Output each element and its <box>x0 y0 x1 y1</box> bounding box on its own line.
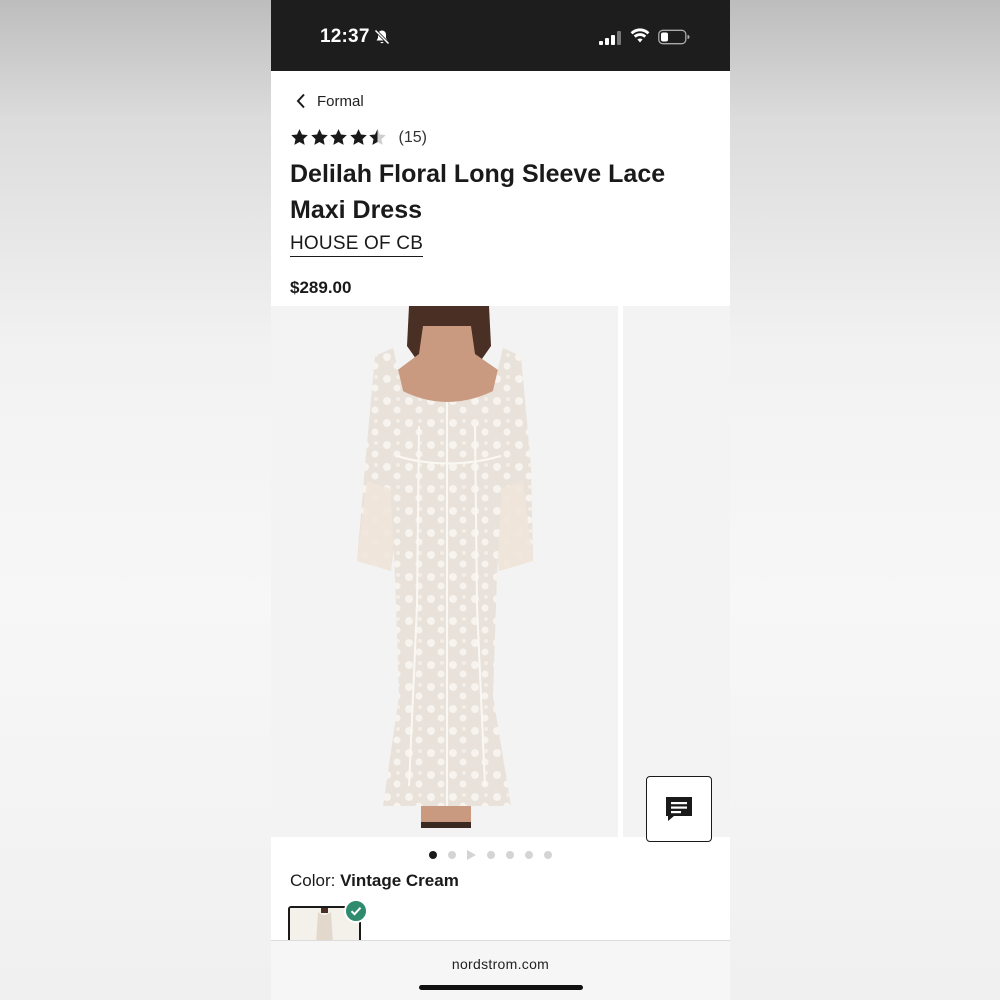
color-row: Color: Vintage Cream <box>290 871 459 891</box>
selected-check-badge <box>344 899 368 923</box>
star-icon <box>291 129 308 145</box>
pagination-dot[interactable] <box>487 851 495 859</box>
check-icon <box>350 907 362 916</box>
battery-icon <box>658 29 690 45</box>
rating-row[interactable]: (15) <box>290 128 427 147</box>
pagination-dot[interactable] <box>429 851 437 859</box>
chat-button[interactable] <box>646 776 712 842</box>
status-bar: 12:37 <box>271 0 730 71</box>
browser-address-bar[interactable]: nordstrom.com <box>271 940 730 1000</box>
star-rating <box>290 128 388 147</box>
pagination-video-dot[interactable] <box>467 850 476 860</box>
pagination-dot[interactable] <box>525 851 533 859</box>
bell-slash-icon <box>374 29 390 45</box>
gallery-pagination[interactable] <box>429 850 563 860</box>
dress-photo <box>271 306 618 837</box>
home-indicator[interactable] <box>419 985 583 990</box>
star-icon <box>330 129 347 145</box>
phone-screen: 12:37 Formal (15) Delilah Floral Long Sl… <box>271 0 730 1000</box>
pagination-dot[interactable] <box>544 851 552 859</box>
brand-link[interactable]: HOUSE OF CB <box>290 233 424 257</box>
url-label[interactable]: nordstrom.com <box>271 956 730 972</box>
star-icon <box>310 129 328 145</box>
signal-icon <box>599 31 621 45</box>
pagination-dot[interactable] <box>448 851 456 859</box>
gallery-image-main[interactable] <box>271 306 618 837</box>
star-icon <box>369 129 386 145</box>
chat-icon <box>666 797 692 821</box>
pagination-dot[interactable] <box>506 851 514 859</box>
product-gallery[interactable] <box>271 306 730 837</box>
status-time: 12:37 <box>320 26 370 47</box>
product-price: $289.00 <box>290 278 352 297</box>
back-label: Formal <box>317 92 364 110</box>
color-label: Color: <box>290 871 341 890</box>
wifi-icon <box>630 28 650 43</box>
product-title: Delilah Floral Long Sleeve Lace Maxi Dre… <box>290 160 666 224</box>
star-icon <box>349 129 367 145</box>
review-count[interactable]: (15) <box>399 129 427 147</box>
back-link[interactable]: Formal <box>295 90 364 112</box>
color-value: Vintage Cream <box>340 871 459 890</box>
gallery-image-next[interactable] <box>623 306 730 837</box>
chevron-left-icon <box>296 93 305 109</box>
